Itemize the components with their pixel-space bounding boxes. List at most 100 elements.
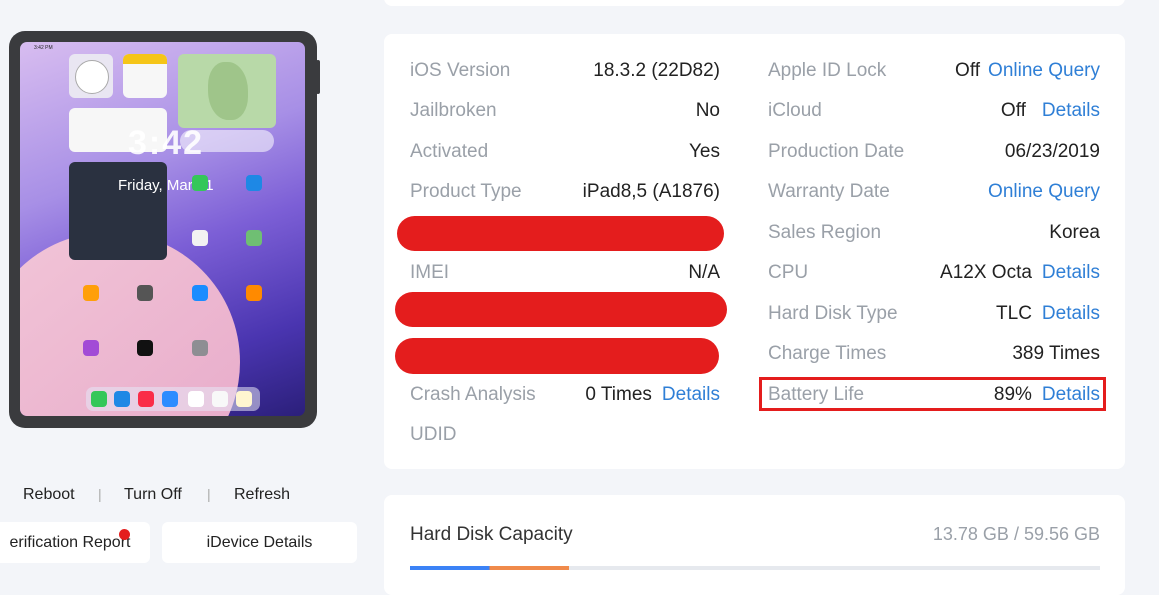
notes-icon [123,54,167,64]
cpu-row: CPU A12X Octa Details [768,261,1100,285]
reboot-button[interactable]: Reboot [23,486,75,504]
photos-icon [212,391,228,407]
map-widget [178,54,276,128]
jailbroken-label: Jailbroken [410,100,497,121]
ipad-screen: 3:42 PM 3:42 Friday, Mar 21 [20,42,305,416]
lock-time: 3:42 [128,124,205,162]
crash-analysis-label: Crash Analysis [410,384,536,405]
ipad-device-image: 3:42 PM 3:42 Friday, Mar 21 [9,31,317,428]
jailbroken-row: Jailbroken No [410,99,720,123]
activated-row: Activated Yes [410,140,720,164]
apple-id-lock-status: Off [955,60,981,81]
crash-analysis-count: 0 Times [585,384,652,405]
hard-disk-type-value: TLC Details [996,302,1100,326]
tv-icon [137,340,153,356]
product-type-label: Product Type [410,181,522,202]
notification-dot [119,529,130,540]
cpu-label: CPU [768,262,809,283]
status-time: 3:42 PM [34,45,53,51]
hard-disk-details-link[interactable]: Details [1042,303,1100,324]
redaction-mark [395,292,727,327]
sales-region-row: Sales Region Korea [768,221,1100,245]
podcasts-icon [83,340,99,356]
icloud-label: iCloud [768,100,822,121]
imei-label: IMEI [410,262,450,283]
reminders-icon [192,230,208,246]
ios-version-row: iOS Version 18.3.2 (22D82) [410,59,720,83]
calendar-icon [188,391,204,407]
notes-widget [123,54,167,98]
divider: | [207,486,211,502]
warranty-date-label: Warranty Date [768,181,890,202]
activated-label: Activated [410,141,489,162]
music-icon [138,391,154,407]
books-icon [246,285,262,301]
notes-dock-icon [236,391,252,407]
redaction-mark [395,338,719,374]
imei-row: IMEI N/A [410,261,720,285]
crash-details-link[interactable]: Details [662,384,720,405]
imei-value: N/A [688,262,720,283]
charge-times-value: 389 Times [1012,343,1100,364]
crash-analysis-value: 0 Times Details [585,383,720,407]
cpu-details-link[interactable]: Details [1042,262,1100,283]
hard-disk-capacity-title: Hard Disk Capacity [410,524,573,545]
refresh-button[interactable]: Refresh [234,486,290,504]
messages-icon [91,391,107,407]
clock-widget [69,54,113,98]
verification-report-button[interactable]: erification Report [0,522,150,563]
turn-off-button[interactable]: Turn Off [124,486,182,504]
mail-icon [162,391,178,407]
ios-version-label: iOS Version [410,60,511,81]
product-type-row: Product Type iPad8,5 (A1876) [410,180,720,204]
product-type-value: iPad8,5 (A1876) [582,181,720,202]
hard-disk-capacity-card: Hard Disk Capacity 13.78 GB / 59.56 GB [384,495,1125,595]
redaction-mark [397,216,724,251]
production-date-row: Production Date 06/23/2019 [768,140,1100,164]
disk-usage-fill [410,566,569,570]
sales-region-label: Sales Region [768,222,882,243]
warranty-date-row: Warranty Date Online Query [768,180,1100,204]
hard-disk-type: TLC [996,303,1032,324]
apple-id-lock-value: Off Online Query [955,59,1100,83]
icloud-details-link[interactable]: Details [1042,100,1100,121]
camera-icon [137,285,153,301]
hard-disk-capacity-value: 13.78 GB / 59.56 GB [932,524,1100,544]
cpu-value: A12X Octa Details [940,261,1100,285]
jailbroken-value: No [695,100,720,121]
clock-icon [75,60,109,94]
charge-times-row: Charge Times 389 Times [768,342,1100,366]
hard-disk-type-label: Hard Disk Type [768,303,898,324]
ios-version-value: 18.3.2 (22D82) [593,60,720,81]
udid-label: UDID [410,424,457,445]
sales-region-value: Korea [1049,222,1100,243]
files-icon [246,175,262,191]
activated-value: Yes [689,141,720,162]
crash-analysis-row: Crash Analysis 0 Times Details [410,383,720,407]
app-store-icon [192,285,208,301]
maps-icon [246,230,262,246]
home-icon [83,285,99,301]
production-date-value: 06/23/2019 [1004,141,1100,162]
icloud-value: Off Details [1001,99,1100,123]
battery-highlight-box [759,377,1106,411]
dock [86,387,260,411]
safari-icon [114,391,130,407]
icloud-row: iCloud Off Details [768,99,1100,123]
facetime-icon [192,175,208,191]
udid-row: UDID [410,423,720,447]
icloud-status: Off [1000,100,1026,121]
apple-id-lock-row: Apple ID Lock Off Online Query [768,59,1100,83]
warranty-online-query-link[interactable]: Online Query [988,181,1100,202]
top-card [384,0,1125,6]
disk-usage-bar [410,566,1100,570]
charge-times-label: Charge Times [768,343,887,364]
hard-disk-type-row: Hard Disk Type TLC Details [768,302,1100,326]
divider: | [98,486,102,502]
apple-id-online-query-link[interactable]: Online Query [988,60,1100,81]
map-icon [208,62,248,120]
idevice-details-button[interactable]: iDevice Details [162,522,357,563]
settings-icon [192,340,208,356]
cpu-model: A12X Octa [940,262,1032,283]
warranty-date-value: Online Query [988,180,1100,204]
